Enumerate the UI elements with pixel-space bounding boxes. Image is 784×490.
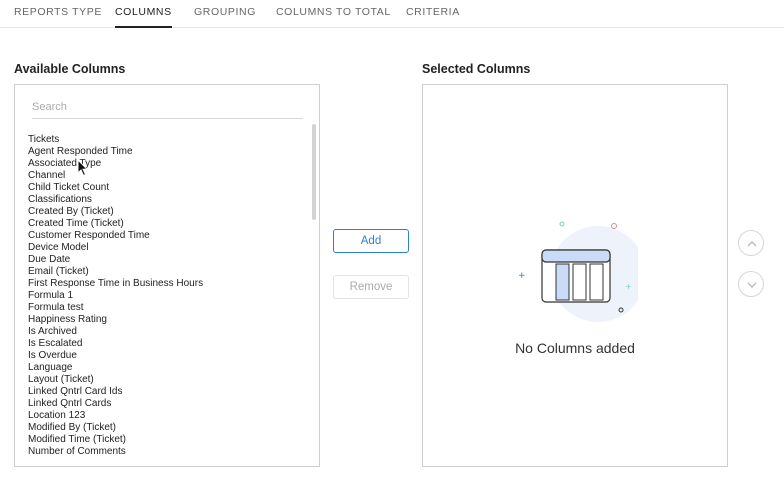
column-list-item[interactable]: Modified Time (Ticket)	[28, 434, 308, 446]
column-list-item[interactable]: Linked Qntrl Card Ids	[28, 386, 308, 398]
tab-reports-type[interactable]: REPORTS TYPE	[14, 0, 102, 28]
column-list-item[interactable]: Is Archived	[28, 326, 308, 338]
column-list-item[interactable]: Email (Ticket)	[28, 266, 308, 278]
column-list-item[interactable]: Layout (Ticket)	[28, 374, 308, 386]
tab-grouping[interactable]: GROUPING	[194, 0, 256, 28]
mouse-pointer-icon	[77, 159, 89, 177]
column-list-item[interactable]: Is Overdue	[28, 350, 308, 362]
list-scrollbar[interactable]	[312, 124, 316, 220]
selected-columns-panel: + + No Columns added	[422, 84, 728, 467]
column-list-item[interactable]: Agent Responded Time	[28, 146, 308, 158]
remove-button[interactable]: Remove	[333, 275, 409, 299]
column-list-item[interactable]: Number of Comments	[28, 446, 308, 458]
column-list-item[interactable]: Created By (Ticket)	[28, 206, 308, 218]
tab-columns-to-total[interactable]: COLUMNS TO TOTAL	[276, 0, 391, 28]
column-list-item[interactable]: Happiness Rating	[28, 314, 308, 326]
column-list-item[interactable]: Linked Qntrl Cards	[28, 398, 308, 410]
column-list-item[interactable]: Associated Type	[28, 158, 308, 170]
column-list-item[interactable]: Formula test	[28, 302, 308, 314]
svg-text:+: +	[518, 271, 526, 281]
tab-criteria[interactable]: CRITERIA	[406, 0, 460, 28]
column-list-item[interactable]: Tickets	[28, 134, 308, 146]
add-button[interactable]: Add	[333, 229, 409, 253]
available-columns-panel: TicketsAgent Responded TimeAssociated Ty…	[14, 84, 320, 467]
column-list-item[interactable]: Customer Responded Time	[28, 230, 308, 242]
column-list-item[interactable]: Child Ticket Count	[28, 182, 308, 194]
tab-columns[interactable]: COLUMNS	[115, 0, 172, 28]
empty-state-text: No Columns added	[515, 340, 635, 356]
move-down-button[interactable]	[738, 271, 764, 297]
column-list-item[interactable]: Due Date	[28, 254, 308, 266]
column-list-item[interactable]: Formula 1	[28, 290, 308, 302]
column-list-item[interactable]: Is Escalated	[28, 338, 308, 350]
move-up-button[interactable]	[738, 230, 764, 256]
column-list-item[interactable]: Language	[28, 362, 308, 374]
report-tabs: REPORTS TYPE COLUMNS GROUPING COLUMNS TO…	[0, 0, 784, 28]
selected-columns-title: Selected Columns	[422, 62, 531, 76]
table-columns-illustration-icon: + +	[518, 221, 638, 322]
svg-text:+: +	[625, 282, 632, 291]
column-list-item[interactable]: Classifications	[28, 194, 308, 206]
chevron-down-icon	[747, 282, 757, 288]
column-list-item[interactable]: Location 123	[28, 410, 308, 422]
column-list-item[interactable]: First Response Time in Business Hours	[28, 278, 308, 290]
column-list-item[interactable]: Device Model	[28, 242, 308, 254]
available-columns-list: Tickets Agent Responded Time Associated Ty…	[28, 134, 308, 458]
available-columns-title: Available Columns	[14, 62, 126, 76]
column-list-item[interactable]: Modified By (Ticket)	[28, 422, 308, 434]
chevron-up-icon	[747, 241, 757, 247]
search-input[interactable]	[32, 95, 303, 119]
column-list-item[interactable]: Created Time (Ticket)	[28, 218, 308, 230]
column-list-item[interactable]: Channel	[28, 170, 308, 182]
